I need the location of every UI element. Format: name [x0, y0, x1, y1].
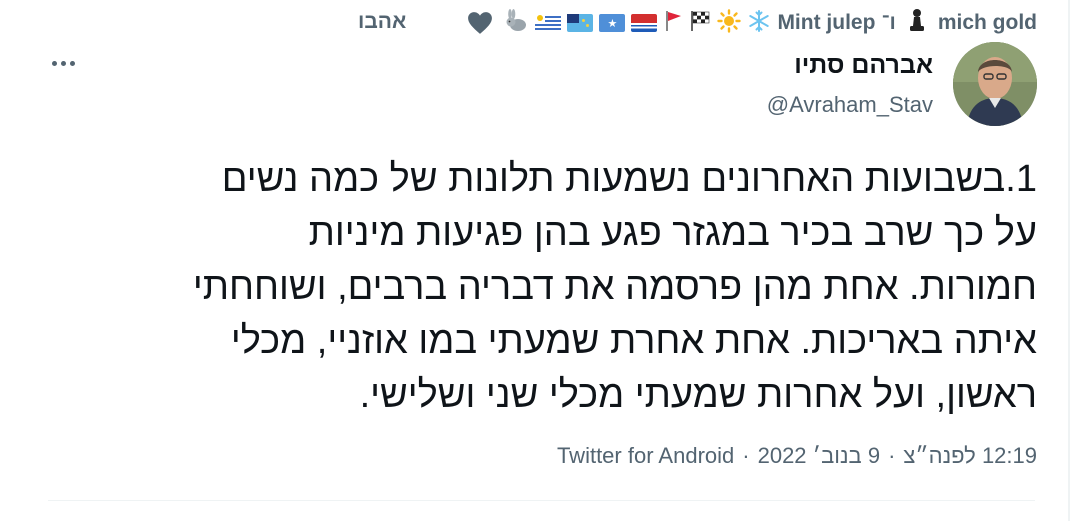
checkered-flag-icon — [689, 9, 711, 37]
tweet-source[interactable]: Twitter for Android — [557, 443, 734, 469]
heart-icon — [465, 8, 495, 38]
tweet-line: חמורות. אחת מהן פרסמה את דבריה ברבים, וש… — [192, 266, 1037, 308]
timeline-border — [1068, 0, 1070, 521]
user-handle[interactable]: @Avraham_Stav — [767, 88, 933, 122]
more-options-icon[interactable] — [44, 48, 82, 78]
tweet-line: 1.בשבועות האחרונים נשמעות תלונות של כמה … — [221, 158, 1037, 200]
liked-by-text[interactable]: ★ Mint julep ו־ mich gold — [503, 8, 1037, 38]
tweet-meta: 12:19 לפנה״צ · 9 בנוב׳ 2022 · Twitter fo… — [557, 438, 1037, 474]
and-conjunction: ו־ — [881, 11, 896, 34]
author-info[interactable]: אברהם סתיו @Avraham_Stav — [767, 48, 933, 122]
liked-label: אהבו — [358, 10, 407, 33]
red-flag-icon — [663, 9, 683, 37]
rabbit-icon — [503, 9, 529, 37]
social-context: ★ Mint julep ו־ mich gold — [451, 8, 1037, 38]
flag-uruguay-icon — [535, 14, 562, 32]
tweet-line: על כך שרב בכיר במגזר פגע בהן פגיעות מיני… — [308, 212, 1037, 254]
tweet-text: 1.בשבועות האחרונים נשמעות תלונות של כמה … — [47, 152, 1037, 422]
divider — [48, 500, 1035, 501]
liker-name-mich-gold[interactable]: mich gold — [938, 11, 1037, 35]
tweet-time[interactable]: 12:19 לפנה״צ — [903, 443, 1037, 469]
tweet-line: ראשון, ועל אחרות שמעתי מכלי שני ושלישי. — [359, 374, 1037, 416]
flag-tuvalu-icon — [567, 14, 594, 32]
liker-name-mint[interactable]: Mint julep — [777, 11, 875, 35]
tweet-date[interactable]: 9 בנוב׳ 2022 — [758, 443, 881, 469]
snowflake-icon — [747, 9, 771, 37]
avatar[interactable] — [953, 42, 1037, 126]
chess-pawn-icon — [908, 8, 926, 38]
flag-kiribati-icon — [631, 14, 658, 32]
flag-somalia-icon: ★ — [599, 14, 626, 32]
meta-separator: · — [742, 443, 750, 468]
tweet-line: איתה באריכות. אחת אחרת שמעתי במו אוזניי,… — [230, 320, 1037, 362]
sun-icon — [717, 9, 742, 37]
meta-separator: · — [888, 443, 896, 468]
display-name[interactable]: אברהם סתיו — [767, 48, 933, 82]
